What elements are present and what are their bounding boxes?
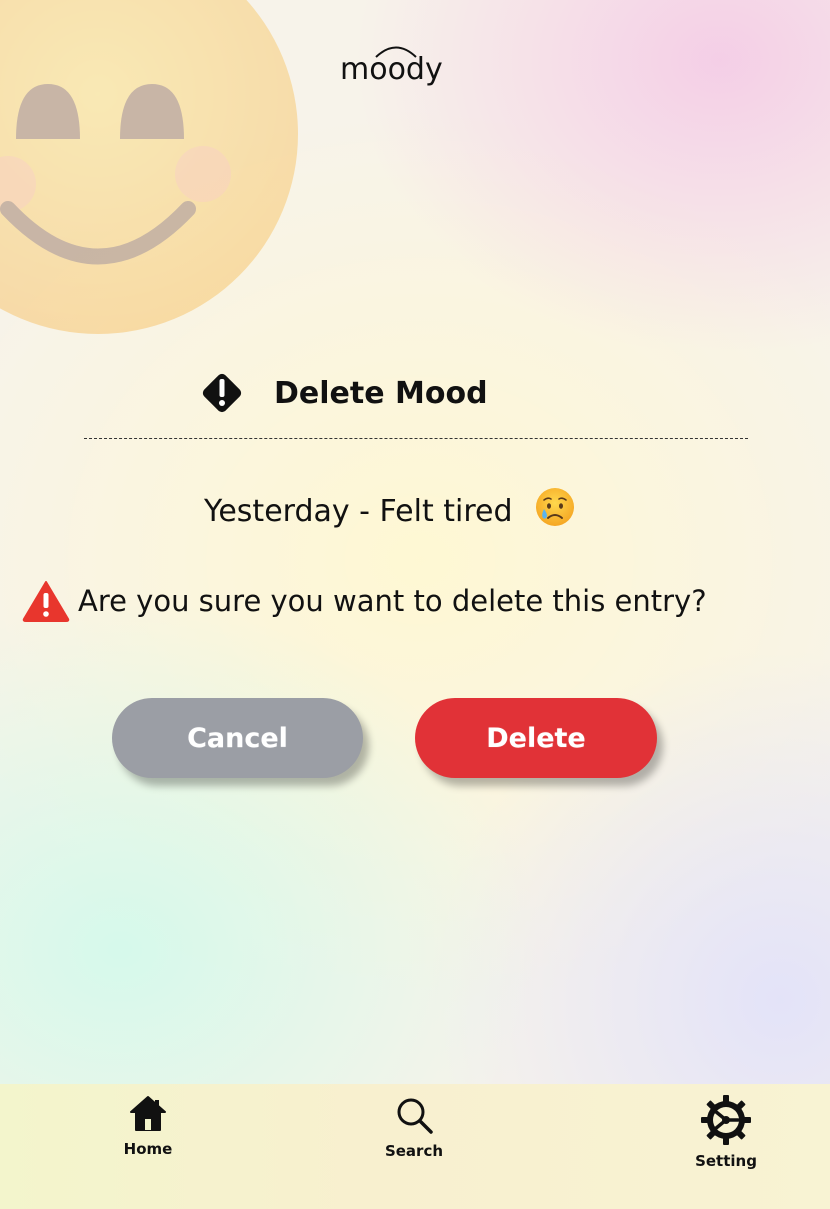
- bottom-nav: Home Search Setting: [0, 1084, 830, 1209]
- background-smiley-icon: [0, 0, 298, 334]
- dialog-title: Delete Mood: [274, 375, 488, 411]
- search-icon: [394, 1096, 434, 1136]
- nav-label-home: Home: [123, 1140, 173, 1158]
- mood-entry: Yesterday - Felt tired: [204, 487, 575, 529]
- nav-label-setting: Setting: [695, 1152, 757, 1170]
- cancel-button[interactable]: Cancel: [112, 698, 363, 778]
- nav-item-home[interactable]: Home: [110, 1094, 186, 1158]
- warning-diamond-icon: [202, 373, 242, 413]
- warning-triangle-icon: [22, 581, 70, 622]
- app-logo: moody: [340, 42, 464, 88]
- logo-text: moody: [340, 52, 443, 87]
- delete-button[interactable]: Delete: [415, 698, 657, 778]
- nav-item-setting[interactable]: Setting: [686, 1094, 766, 1170]
- confirmation-message: Are you sure you want to delete this ent…: [22, 580, 707, 622]
- question-text: Are you sure you want to delete this ent…: [78, 584, 707, 618]
- entry-text: Yesterday - Felt tired: [204, 494, 513, 529]
- sad-tear-face-icon: [535, 487, 574, 526]
- nav-item-search[interactable]: Search: [376, 1096, 452, 1160]
- dashed-divider: [84, 438, 748, 439]
- home-icon: [128, 1094, 168, 1134]
- gear-icon: [700, 1094, 752, 1146]
- dialog-header: Delete Mood: [197, 366, 488, 420]
- nav-label-search: Search: [384, 1142, 444, 1160]
